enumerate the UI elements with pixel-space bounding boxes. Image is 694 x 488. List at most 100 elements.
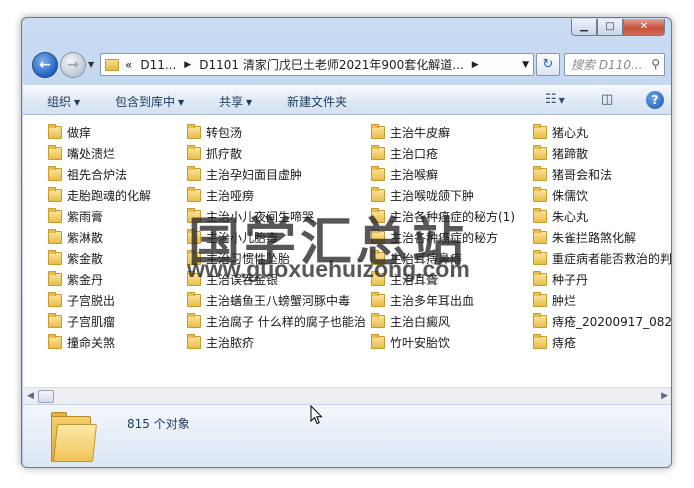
folder-item[interactable]: 主治腐子 什么样的腐子也能治	[187, 311, 366, 332]
folder-item[interactable]: 嘴处溃烂	[48, 143, 151, 164]
folder-label: 主治口疮	[390, 147, 439, 161]
folder-icon	[105, 58, 119, 71]
folder-icon	[187, 166, 201, 181]
folder-icon	[48, 187, 62, 202]
address-dropdown-icon[interactable]: ▼	[522, 60, 529, 70]
folder-icon	[48, 292, 62, 307]
folder-item[interactable]: 走胎跑魂的化解	[48, 185, 151, 206]
folder-item[interactable]: 竹叶安胎饮	[371, 332, 515, 353]
folder-item[interactable]: 紫淋散	[48, 227, 151, 248]
details-pane: 815 个对象	[23, 404, 671, 467]
folder-item[interactable]: 痔疮	[533, 332, 671, 353]
folder-item[interactable]: 子宫肌瘤	[48, 311, 151, 332]
scroll-right-icon[interactable]: ▶	[661, 391, 668, 401]
breadcrumb-segment-current[interactable]: D1101 清家门戊巳土老师2021年900套化解道...	[199, 56, 463, 73]
new-folder-button[interactable]: 新建文件夹	[287, 93, 347, 110]
folder-column-4: 猪心丸 猪蹄散猪哥会和法侏儒饮 朱心丸 朱雀拦路煞化解 重症病者能否救治的判种子丹肿烂痔…	[533, 122, 672, 353]
folder-label: 紫淋散	[67, 231, 104, 245]
folder-label: 子宫肌瘤	[67, 315, 116, 329]
folder-item[interactable]: 主治脓疥	[187, 332, 366, 353]
folder-label: 紫金散	[67, 252, 104, 266]
search-input[interactable]: 搜索 D110... ⚲	[564, 53, 665, 76]
horizontal-scrollbar[interactable]: ◀ ▶	[23, 387, 671, 404]
forward-button[interactable]: →	[60, 52, 86, 78]
folder-item[interactable]: 做痒	[48, 122, 151, 143]
breadcrumb-separator-icon[interactable]: ▶	[184, 60, 191, 70]
folder-item[interactable]: 抓疗散	[187, 143, 366, 164]
folder-item[interactable]: 主治牛皮癣	[371, 122, 515, 143]
folder-label: 走胎跑魂的化解	[67, 189, 152, 203]
folder-item[interactable]: 种子丹	[533, 269, 671, 290]
folder-item[interactable]: 祖先合炉法	[48, 164, 151, 185]
address-bar[interactable]: « D11... ▶ D1101 清家门戊巳土老师2021年900套化解道...…	[100, 53, 534, 76]
refresh-button[interactable]: ↻	[536, 53, 560, 76]
organize-menu[interactable]: 组织 ▼	[47, 93, 80, 110]
folder-item[interactable]: 重症病者能否救治的判	[533, 248, 671, 269]
folder-item[interactable]: 主治孕妇面目虚肿	[187, 164, 366, 185]
mouse-cursor-icon	[310, 405, 323, 425]
folder-label: 嘴处溃烂	[67, 147, 116, 161]
breadcrumb-separator-icon[interactable]: ▶	[472, 60, 479, 70]
folder-icon	[533, 229, 547, 244]
breadcrumb-overflow[interactable]: «	[125, 58, 132, 72]
folder-label: 抓疗散	[206, 147, 243, 161]
back-button[interactable]: ←	[32, 52, 58, 78]
minimize-button[interactable]: ▁	[571, 19, 597, 36]
search-icon[interactable]: ⚲	[651, 57, 660, 71]
include-in-library-menu[interactable]: 包含到库中 ▼	[115, 93, 184, 110]
folder-item[interactable]: 朱心丸	[533, 206, 671, 227]
folder-item[interactable]: 紫雨膏	[48, 206, 151, 227]
folder-item[interactable]: 紫金丹	[48, 269, 151, 290]
change-view-button[interactable]: ☷ ▼	[545, 92, 565, 107]
scrollbar-thumb[interactable]	[38, 390, 54, 403]
folder-icon	[533, 208, 547, 223]
folder-item[interactable]: 猪心丸	[533, 122, 671, 143]
folder-item[interactable]: 主治多年耳出血	[371, 290, 515, 311]
back-arrow-icon: ←	[39, 57, 51, 73]
folder-icon	[533, 124, 547, 139]
folder-icon	[187, 334, 201, 349]
folder-label: 紫金丹	[67, 273, 104, 287]
search-placeholder: 搜索 D110...	[571, 58, 643, 72]
folder-item[interactable]: 撞命关煞	[48, 332, 151, 353]
folder-icon	[187, 292, 201, 307]
folder-label: 做痒	[67, 126, 92, 140]
folder-icon	[48, 145, 62, 160]
folder-item[interactable]: 主治白癜风	[371, 311, 515, 332]
preview-pane-button[interactable]: ◫	[601, 92, 613, 107]
folder-item[interactable]: 痔疮_20200917_0826	[533, 311, 672, 332]
folder-item[interactable]: 主治喉癣	[371, 164, 515, 185]
folder-label: 主治牛皮癣	[390, 126, 451, 140]
folder-label: 主治脓疥	[206, 336, 255, 350]
breadcrumb-segment-parent[interactable]: D11...	[140, 58, 176, 72]
watermark-url: www.guoxuehuizong.com	[187, 256, 470, 282]
preview-pane-icon: ◫	[601, 92, 614, 107]
folder-icon	[48, 334, 62, 349]
folder-column-1: 做痒嘴处溃烂祖先合炉法走胎跑魂的化解紫雨膏紫淋散紫金散紫金丹子宫脱出子宫肌瘤撞命…	[48, 122, 151, 353]
scroll-left-icon[interactable]: ◀	[27, 391, 34, 401]
folder-icon	[48, 124, 62, 139]
maximize-button[interactable]: □	[597, 19, 623, 36]
folder-icon	[371, 124, 385, 139]
folder-icon	[533, 313, 547, 328]
folder-item[interactable]: 侏儒饮	[533, 185, 671, 206]
folder-item[interactable]: 转包汤	[187, 122, 366, 143]
folder-icon	[533, 271, 547, 286]
close-button[interactable]: ✕	[623, 19, 665, 36]
folder-item[interactable]: 肿烂	[533, 290, 671, 311]
folder-item[interactable]: 主治蟮鱼王八螃蟹河豚中毒	[187, 290, 366, 311]
folder-label: 痔疮_20200917_0826	[552, 315, 672, 329]
folder-item[interactable]: 朱雀拦路煞化解	[533, 227, 671, 248]
folder-item[interactable]: 子宫脱出	[48, 290, 151, 311]
folder-item[interactable]: 紫金散	[48, 248, 151, 269]
recent-pages-dropdown[interactable]: ▼	[88, 60, 94, 69]
chevron-down-icon: ▼	[558, 96, 565, 105]
folder-item[interactable]: 主治口疮	[371, 143, 515, 164]
folder-label: 猪哥会和法	[552, 168, 613, 182]
share-menu[interactable]: 共享 ▼	[219, 93, 252, 110]
help-button[interactable]: ?	[646, 91, 664, 109]
folder-label: 种子丹	[552, 273, 589, 287]
folder-item[interactable]: 猪哥会和法	[533, 164, 671, 185]
folder-item[interactable]: 猪蹄散	[533, 143, 671, 164]
folder-label: 痔疮	[552, 336, 577, 350]
